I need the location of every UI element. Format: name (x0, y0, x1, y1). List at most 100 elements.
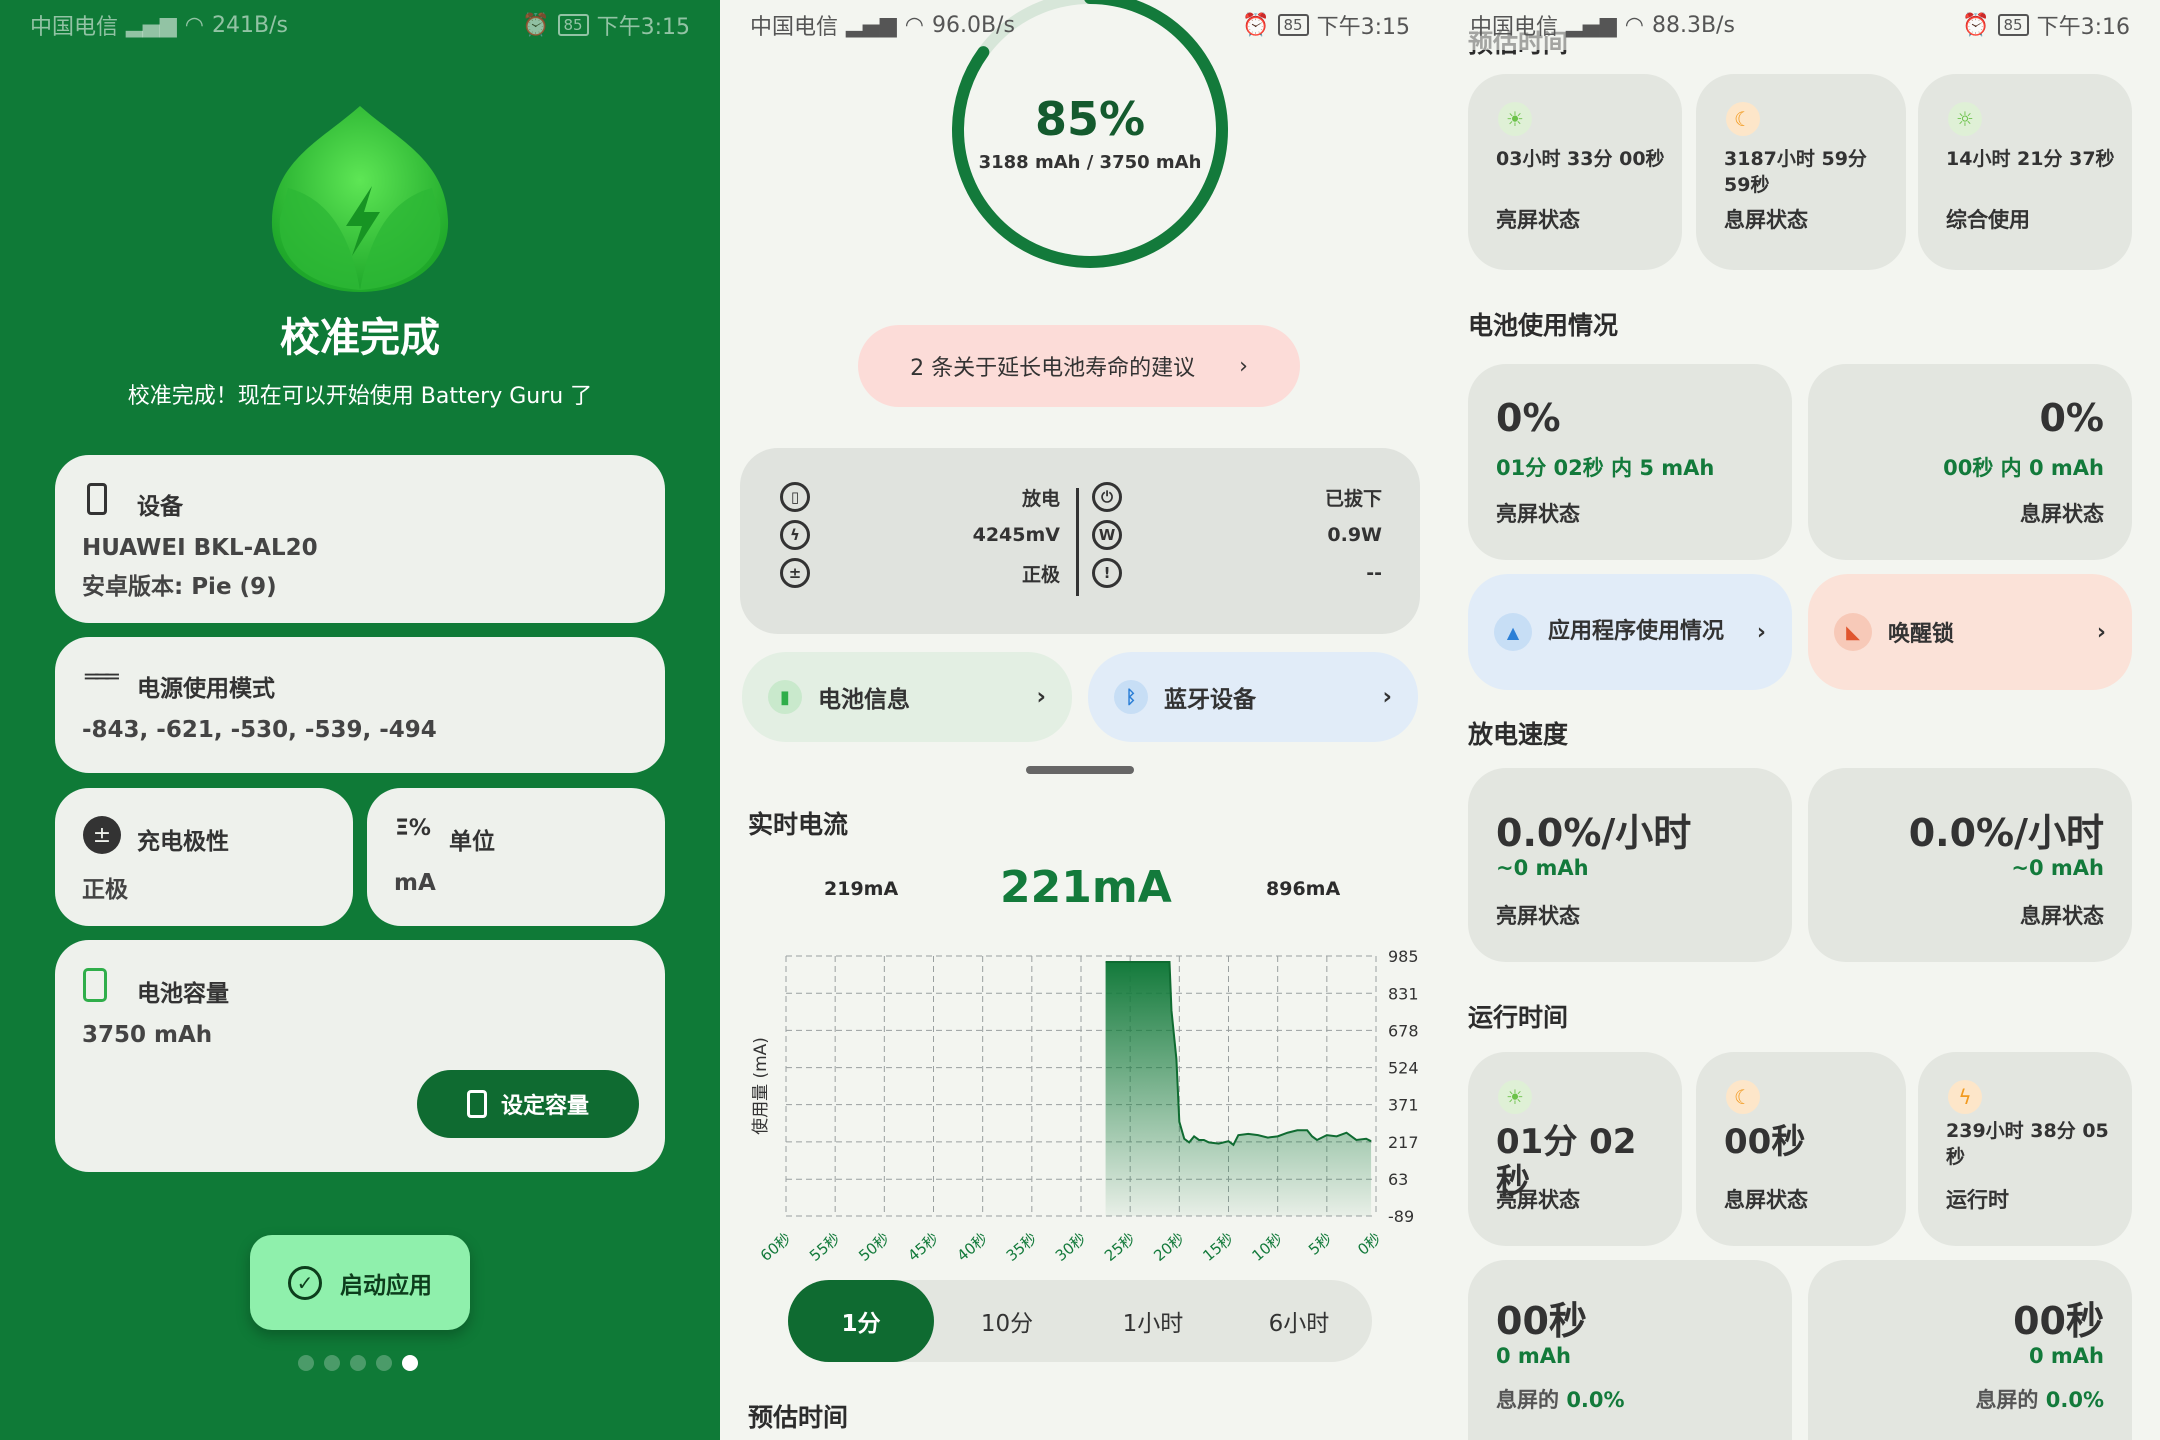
start-app-button[interactable]: ✓ 启动应用 (250, 1235, 470, 1330)
battery-plus-icon (466, 1090, 487, 1118)
y-tick-label: 63 (1388, 1170, 1408, 1189)
bluetooth-icon: ᛒ (1114, 680, 1148, 714)
check-circle-icon: ✓ (288, 1265, 322, 1300)
screen-off-card[interactable]: 00秒 0 mAh 息屏的 0.0% (1468, 1260, 1792, 1440)
signal-icon: ▂▄▆ (126, 12, 177, 38)
estimate-label: 综合使用 (1946, 208, 2030, 232)
wakelock-icon: ◣ (1834, 613, 1872, 651)
runtime-card[interactable]: ϟ 239小时 38分 05秒 运行时 (1918, 1052, 2132, 1246)
app-usage-button[interactable]: ▲ 应用程序使用情况 › (1468, 574, 1792, 690)
estimate-card[interactable]: ☀ 03小时 33分 00秒 亮屏状态 (1468, 74, 1682, 270)
advice-button[interactable]: 2 条关于延长电池寿命的建议 › (858, 325, 1300, 407)
page-dot[interactable] (350, 1355, 366, 1371)
power-mode-values: -843, -621, -530, -539, -494 (82, 717, 437, 743)
device-card: 设备 HUAWEI BKL-AL20 安卓版本: Pie (9) (55, 455, 665, 623)
estimate-card[interactable]: ☾ 3187小时 59分 59秒 息屏状态 (1696, 74, 1906, 270)
screen-off-mah: 0 mAh (1496, 1344, 1572, 1368)
status-bar: 中国电信 ▂▄▆ ◠ 88.3B/s ⏰ 85 下午3:16 (1440, 0, 2160, 50)
page-subtitle: 校准完成！现在可以开始使用 Battery Guru 了 (127, 384, 593, 409)
page-dot[interactable] (298, 1355, 314, 1371)
unit-icon: Ξ% (395, 816, 431, 841)
set-capacity-button[interactable]: 设定容量 (417, 1070, 639, 1138)
page-dot[interactable] (402, 1355, 418, 1371)
stat-value: 放电 (1021, 487, 1060, 510)
estimate-label: 息屏状态 (1724, 208, 1808, 232)
range-tab[interactable]: 1小时 (1080, 1280, 1226, 1362)
runtime-label: 运行时 (1946, 1188, 2009, 1212)
status-bar: 中国电信 ▂▄▆ ◠ 96.0B/s ⏰ 85 下午3:15 (720, 0, 1440, 50)
advice-label: 2 条关于延长电池寿命的建议 (910, 356, 1196, 381)
clock: 下午3:16 (2036, 15, 2130, 40)
estimate-card[interactable]: ☼ 14小时 21分 37秒 综合使用 (1918, 74, 2132, 270)
polarity-icon: ± (83, 816, 121, 854)
usage-card[interactable]: 0% 00秒 内 0 mAh 息屏状态 (1808, 364, 2132, 560)
sun-icon: ☀ (1498, 102, 1532, 136)
usage-card[interactable]: 0% 01分 02秒 内 5 mAh 亮屏状态 (1468, 364, 1792, 560)
speed-title: 放电速度 (1468, 720, 1569, 749)
carrier-text: 中国电信 (1470, 15, 1559, 40)
battery-percent: 85% (1034, 92, 1146, 146)
page-dot[interactable] (376, 1355, 392, 1371)
carrier-text: 中国电信 (30, 15, 119, 40)
stat-row: ⏻ 已拔下 (1092, 478, 1382, 516)
speed-card[interactable]: 0.0%/小时 ~0 mAh 息屏状态 (1808, 768, 2132, 962)
range-tab[interactable]: 1分 (788, 1280, 934, 1362)
wakelock-button[interactable]: ◣ 唤醒锁 › (1808, 574, 2132, 690)
usage-label: 亮屏状态 (1496, 502, 1580, 526)
current-area (1105, 962, 1372, 1216)
stats-right: ⏻ 已拔下 W 0.9W! -- (1092, 478, 1382, 592)
y-tick-label: 831 (1388, 984, 1419, 1003)
unit-label: 单位 (449, 829, 495, 855)
x-tick-label: 5秒 (1305, 1229, 1335, 1259)
app-usage-label: 应用程序使用情况 (1548, 619, 1725, 644)
carrier-text: 中国电信 (750, 15, 839, 40)
drag-handle[interactable] (1026, 766, 1134, 774)
bluetooth-label: 蓝牙设备 (1164, 687, 1256, 713)
battery-info-button[interactable]: ▮ 电池信息 › (742, 652, 1072, 742)
usage-detail: 00秒 内 0 mAh (1943, 456, 2104, 480)
range-tab[interactable]: 10分 (934, 1280, 1080, 1362)
page-dot[interactable] (324, 1355, 340, 1371)
stat-value: 正极 (1021, 563, 1060, 586)
runtime-label: 息屏状态 (1724, 1188, 1808, 1212)
x-tick-label: 15秒 (1199, 1229, 1237, 1265)
power-mode-card: ═══ 电源使用模式 -843, -621, -530, -539, -494 (55, 637, 665, 773)
screen-off-mah: 0 mAh (2028, 1344, 2104, 1368)
stats-panel: 预估时间 中国电信▂▄▆◠88.3B/s ⏰85下午3:16 ☀03小时 33分… (1440, 0, 2160, 1440)
screen-off-card[interactable]: 00秒 0 mAh 息屏的 0.0% (1808, 1260, 2132, 1440)
alarm-icon: ⏰ (522, 12, 550, 38)
runtime-card[interactable]: ☀ 01分 02秒 亮屏状态 (1468, 1052, 1682, 1246)
sun-moon-icon: ☼ (1948, 102, 1982, 136)
runtime-label: 亮屏状态 (1496, 1188, 1580, 1212)
speed-card[interactable]: 0.0%/小时 ~0 mAh 亮屏状态 (1468, 768, 1792, 962)
battery-indicator: 85 (1277, 14, 1309, 36)
net-speed: 241B/s (211, 12, 288, 38)
x-tick-label: 35秒 (1003, 1229, 1041, 1265)
y-tick-label: 217 (1388, 1133, 1419, 1152)
bolt-icon: ϟ (1948, 1080, 1982, 1114)
usage-label: 息屏状态 (2020, 502, 2104, 526)
screen-off-time: 00秒 (2013, 1299, 2104, 1343)
stat-row: W 0.9W (1092, 516, 1382, 554)
stat-value: -- (1366, 562, 1382, 584)
speed-label: 息屏状态 (2020, 904, 2104, 928)
range-tab[interactable]: 6小时 (1226, 1280, 1372, 1362)
usage-title: 电池使用情况 (1468, 311, 1619, 340)
x-tick-label: 50秒 (855, 1229, 893, 1265)
bluetooth-button[interactable]: ᛒ 蓝牙设备 › (1088, 652, 1418, 742)
bolt-icon: ϟ (780, 520, 810, 550)
chevron-right-icon: › (1239, 353, 1248, 379)
page-indicator (298, 1355, 418, 1371)
page-title: 校准完成 (280, 315, 440, 361)
wakelock-label: 唤醒锁 (1888, 622, 1955, 647)
x-tick-label: 45秒 (904, 1229, 942, 1265)
runtime-card[interactable]: ☾ 00秒 息屏状态 (1696, 1052, 1906, 1246)
status-bar: 中国电信 ▂▄▆ ◠ 241B/s ⏰ 85 下午3:15 (0, 0, 720, 50)
speed-rate: 0.0%/小时 (1496, 811, 1692, 855)
current-value: 221mA (1000, 862, 1172, 913)
y-axis-label: 使用量 (mA) (750, 1037, 771, 1135)
stat-value: 已拔下 (1324, 487, 1382, 510)
battery-info-icon: ▮ (768, 680, 802, 714)
wifi-icon: ◠ (1624, 12, 1644, 38)
sun-icon: ☀ (1498, 1080, 1532, 1114)
